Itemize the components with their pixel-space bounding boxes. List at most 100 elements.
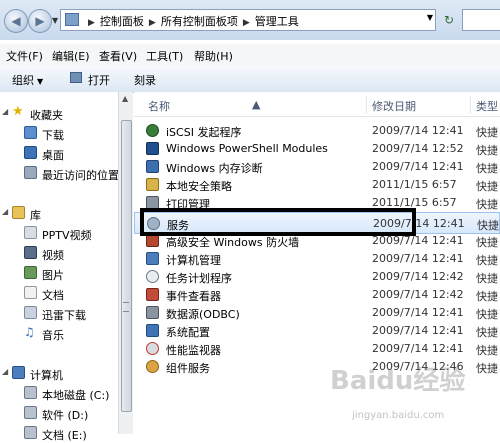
file-date: 2011/1/15 6:57 — [372, 178, 457, 191]
security-policy-icon — [146, 178, 159, 191]
file-date: 2009/7/14 12:41 — [372, 160, 464, 173]
nav-item-music[interactable]: ♫ 音乐 — [0, 324, 118, 342]
nav-item-desktop[interactable]: 桌面 — [0, 144, 118, 162]
collapse-icon[interactable]: ◢ — [2, 107, 8, 116]
nav-item-recent[interactable]: 最近访问的位置 — [0, 164, 119, 182]
nav-item-videos[interactable]: 视频 — [0, 244, 118, 262]
column-headers: ▲ 名称 修改日期 类型 — [134, 92, 500, 117]
forward-button[interactable]: ▶ — [28, 9, 52, 33]
nav-item-label: 音乐 — [42, 329, 64, 342]
open-icon — [70, 72, 82, 83]
menu-edit[interactable]: 编辑(E) — [52, 48, 90, 64]
menu-view[interactable]: 查看(V) — [99, 48, 137, 64]
desktop-icon — [24, 146, 37, 159]
scrollbar-thumb[interactable] — [121, 120, 132, 412]
search-input[interactable] — [462, 9, 500, 31]
hard-drive-icon — [24, 386, 37, 399]
powershell-icon — [146, 142, 159, 155]
recent-pages-dropdown[interactable]: ▼ — [52, 16, 58, 25]
collapse-icon[interactable]: ◢ — [2, 367, 8, 376]
nav-libraries-label: 库 — [30, 209, 41, 222]
nav-computer-label: 计算机 — [30, 369, 63, 382]
breadcrumb-separator[interactable]: ▶ — [243, 18, 250, 28]
menu-tools[interactable]: 工具(T) — [146, 48, 183, 64]
pictures-icon — [24, 266, 37, 279]
nav-item-label: 最近访问的位置 — [42, 169, 119, 182]
column-header-modified[interactable]: 修改日期 — [372, 98, 416, 114]
collapse-icon[interactable]: ◢ — [2, 207, 8, 216]
nav-item-xunlei[interactable]: 迅雷下载 — [0, 304, 118, 322]
menu-bar: 文件(F) 编辑(E) 查看(V) 工具(T) 帮助(H) — [0, 44, 500, 66]
nav-favorites[interactable]: ◢ ★ 收藏夹 — [0, 104, 118, 122]
sort-ascending-icon: ▲ — [252, 98, 261, 111]
nav-item-label: 文档 (E:) — [42, 429, 87, 442]
organize-button[interactable]: 组织 ▼ — [12, 72, 43, 88]
address-field[interactable]: ▶ 控制面板 ▶ 所有控制面板项 ▶ 管理工具 ▼ — [60, 9, 436, 31]
file-date: 2009/7/14 12:41 — [372, 124, 464, 137]
command-bar: 组织 ▼ 打开 刻录 — [0, 66, 500, 93]
iscsi-icon — [146, 124, 159, 137]
chevron-down-icon: ▼ — [37, 77, 44, 86]
burn-button[interactable]: 刻录 — [134, 72, 156, 88]
scroll-up-icon[interactable]: ▲ — [122, 94, 128, 103]
recent-places-icon — [24, 166, 37, 179]
nav-item-label: 视频 — [42, 249, 64, 262]
breadcrumb-all-items[interactable]: 所有控制面板项 — [161, 15, 238, 28]
nav-item-drive-e[interactable]: 文档 (E:) — [0, 424, 118, 442]
event-viewer-icon — [146, 288, 159, 301]
hard-drive-icon — [24, 426, 37, 439]
nav-item-downloads[interactable]: 下载 — [0, 124, 118, 142]
breadcrumb-separator[interactable]: ▶ — [149, 18, 156, 28]
libraries-icon — [12, 206, 25, 219]
organize-label: 组织 — [12, 74, 34, 87]
navigation-pane: ◢ ★ 收藏夹 下载 桌面 最近访问的位置 ◢ 库 PPTV视频 视频 图片 文… — [0, 92, 119, 442]
column-header-type[interactable]: 类型 — [476, 98, 498, 114]
file-date: 2009/7/14 12:41 — [372, 324, 464, 337]
column-divider[interactable] — [470, 96, 471, 114]
file-date: 2009/7/14 12:42 — [372, 270, 464, 283]
nav-item-pptv[interactable]: PPTV视频 — [0, 224, 118, 242]
breadcrumb-admin-tools[interactable]: 管理工具 — [255, 15, 299, 28]
nav-scrollbar[interactable]: ▲ — [118, 92, 133, 434]
nav-item-pictures[interactable]: 图片 — [0, 264, 118, 282]
control-panel-icon — [65, 13, 79, 26]
nav-item-label: 文档 — [42, 289, 64, 302]
nav-computer[interactable]: ◢ 计算机 — [0, 364, 118, 382]
open-button[interactable]: 打开 — [88, 72, 110, 88]
menu-help[interactable]: 帮助(H) — [194, 48, 233, 64]
address-bar-area: ◀ ▶ ▼ ▶ 控制面板 ▶ 所有控制面板项 ▶ 管理工具 ▼ ↻ — [0, 0, 500, 40]
documents-icon — [24, 286, 37, 299]
file-date: 2009/7/14 12:52 — [372, 142, 464, 155]
file-date: 2009/7/14 12:41 — [372, 306, 464, 319]
nav-item-drive-c[interactable]: 本地磁盘 (C:) — [0, 384, 118, 402]
column-divider[interactable] — [366, 96, 367, 114]
back-button[interactable]: ◀ — [4, 9, 28, 33]
file-date: 2009/7/14 12:42 — [372, 288, 464, 301]
nav-item-label: 图片 — [42, 269, 64, 282]
nav-item-documents[interactable]: 文档 — [0, 284, 118, 302]
nav-item-label: 桌面 — [42, 149, 64, 162]
file-name: 组件服务 — [166, 362, 210, 375]
system-config-icon — [146, 324, 159, 337]
computer-icon — [12, 366, 25, 379]
star-icon: ★ — [12, 104, 24, 119]
breadcrumb-control-panel[interactable]: 控制面板 — [100, 15, 144, 28]
nav-item-drive-d[interactable]: 软件 (D:) — [0, 404, 118, 422]
file-type: 快捷 — [476, 198, 498, 211]
performance-monitor-icon — [146, 342, 159, 355]
file-name: Windows PowerShell Modules — [166, 142, 328, 155]
breadcrumb-separator[interactable]: ▶ — [88, 18, 95, 28]
refresh-icon[interactable]: ↻ — [440, 9, 458, 31]
grip-icon — [123, 302, 129, 312]
nav-item-label: 软件 (D:) — [42, 409, 89, 422]
address-dropdown-icon[interactable]: ▼ — [427, 13, 433, 22]
watermark-logo: Baidu经验 — [330, 366, 466, 396]
database-icon — [146, 306, 159, 319]
annotation-highlight-box — [140, 208, 416, 236]
nav-item-label: PPTV视频 — [42, 229, 92, 242]
downloads-folder-icon — [24, 126, 37, 139]
component-services-icon — [146, 360, 159, 373]
column-header-name[interactable]: 名称 — [148, 98, 170, 114]
nav-libraries[interactable]: ◢ 库 — [0, 204, 118, 222]
menu-file[interactable]: 文件(F) — [6, 48, 43, 64]
